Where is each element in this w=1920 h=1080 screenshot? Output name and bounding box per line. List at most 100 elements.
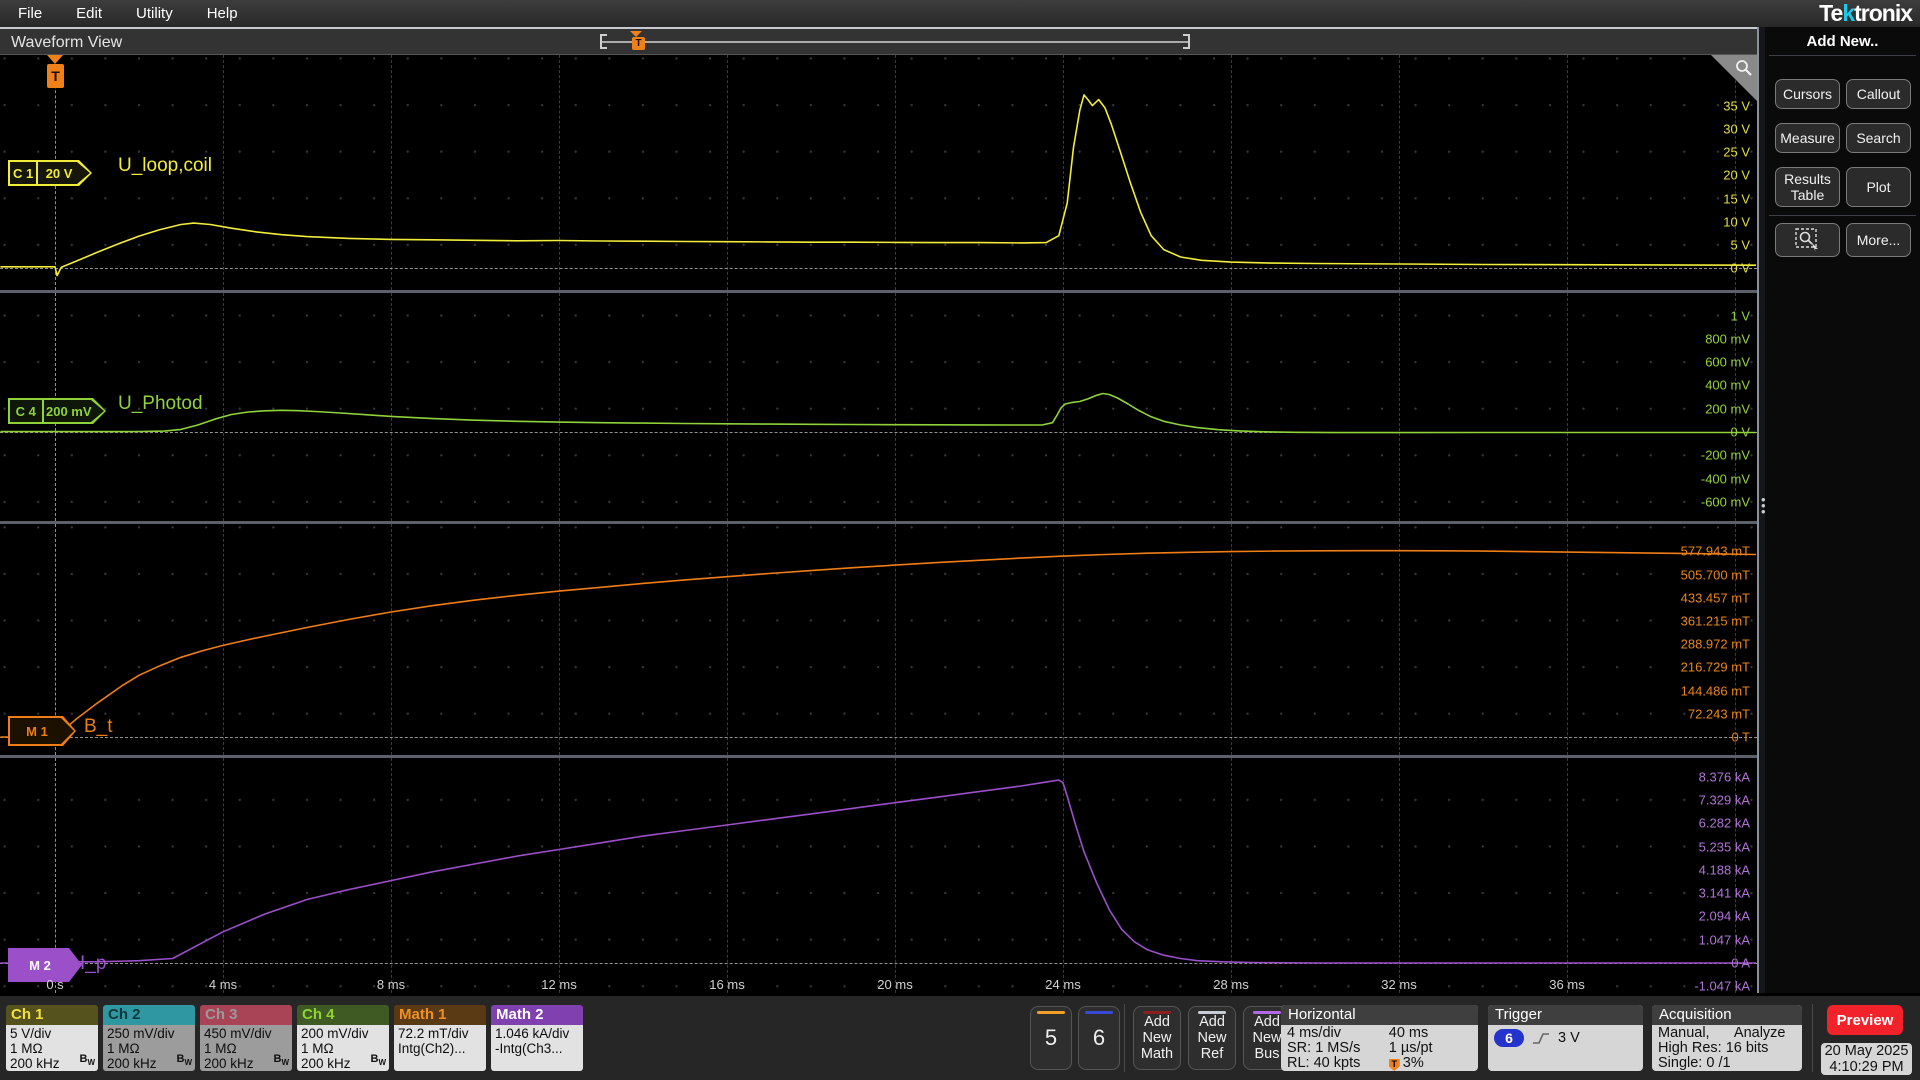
trigger-flag-arrow-icon — [47, 55, 63, 64]
menu-item-edit[interactable]: Edit — [76, 5, 102, 22]
horizontal-row-label: SR: 1 MS/s — [1287, 1040, 1361, 1056]
pane-ch4[interactable]: 1 V 800 mV 600 mV 400 mV 200 mV 0 V -200 mV -40… — [0, 293, 1757, 521]
y-tick-label: 8.376 kA — [1698, 769, 1750, 785]
slot-button-5[interactable]: 5 — [1030, 1006, 1072, 1070]
channel-settings-ch1[interactable]: Ch 15 V/div 1 MΩ 200 kHz BW — [6, 1005, 98, 1071]
slot-label: 6 — [1092, 1025, 1106, 1050]
trace-label-ch4: U_Photod — [118, 393, 203, 414]
channel-settings-body: 1.046 kA/div -Intg(Ch3... — [491, 1025, 583, 1071]
horizontal-row-label: 4 ms/div — [1287, 1025, 1341, 1041]
sidebar-button-results-table[interactable]: Results Table — [1775, 167, 1840, 207]
x-tick-label: 0 s — [46, 977, 64, 992]
trigger-source-badge[interactable]: 6 — [1494, 1029, 1524, 1047]
add-button-label: Add New Math — [1140, 1014, 1174, 1062]
add-button-stripe — [1198, 1011, 1226, 1014]
x-tick-label: 12 ms — [541, 977, 577, 992]
y-tick-label: 144.486 mT — [1680, 683, 1750, 699]
button-add-new-ref[interactable]: Add New Ref — [1188, 1006, 1236, 1070]
y-tick-label: 200 mV — [1705, 401, 1750, 417]
trigger-panel[interactable]: Trigger 6 3 V — [1488, 1005, 1643, 1071]
channel-badge-id: M 1 — [26, 723, 48, 739]
record-view-right-bracket[interactable] — [1183, 34, 1190, 49]
y-tick-label: 5 V — [1730, 237, 1750, 253]
acquisition-panel-rows: Manual, Analyze High Res: 16 bits Single: 0… — [1652, 1025, 1802, 1071]
channel-settings-row: 72.2 mT/div — [398, 1026, 469, 1041]
channel-settings-row: 5 V/div — [10, 1026, 52, 1041]
horizontal-row-value: 40 ms — [1388, 1025, 1429, 1041]
bottom-divider — [1812, 1004, 1813, 1072]
trace-label-math2: I_p — [80, 953, 107, 974]
trigger-panel-title: Trigger — [1488, 1005, 1643, 1025]
sidebar-button-search[interactable]: Search — [1846, 123, 1911, 153]
channel-badge-math2[interactable]: M 2 — [8, 948, 82, 982]
button-add-new-math[interactable]: Add New Math — [1133, 1006, 1181, 1070]
channel-badge-ch1[interactable]: C 1 20 V — [8, 160, 92, 186]
channel-settings-header: Math 1 — [394, 1005, 486, 1025]
channel-badge-math1[interactable]: M 1 — [8, 716, 76, 746]
channel-settings-ch4[interactable]: Ch 4 200 mV/div 1 MΩ 200 kHz BW — [297, 1005, 389, 1071]
menu-bar: File Edit Utility Help Tektronix — [0, 0, 1920, 27]
channel-settings-ch3[interactable]: Ch 3 450 mV/div 1 MΩ 200 kHz BW — [200, 1005, 292, 1071]
y-tick-label: 1 V — [1730, 308, 1750, 323]
y-tick-label: 288.972 mT — [1680, 636, 1750, 652]
channel-settings-body: 72.2 mT/div Intg(Ch2)... — [394, 1025, 486, 1071]
acquisition-panel[interactable]: Acquisition Manual, Analyze High Res: 16 b… — [1652, 1005, 1802, 1071]
menu-item-utility[interactable]: Utility — [136, 5, 173, 22]
acquisition-row: Single: 0 /1 — [1658, 1056, 1796, 1071]
slot-button-6[interactable]: 6 — [1078, 1006, 1120, 1070]
slot-stripe — [1085, 1011, 1113, 1014]
sidebar-button-callout[interactable]: Callout — [1846, 79, 1911, 109]
horizontal-panel[interactable]: Horizontal 4 ms/div 40 ms SR: 1 MS/s 1 µs/p… — [1281, 1005, 1478, 1071]
channel-settings-ch2[interactable]: Ch 2 250 mV/div 1 MΩ 200 kHz BW — [103, 1005, 195, 1071]
logo-part: Te — [1819, 0, 1843, 26]
more-button[interactable]: More... — [1846, 223, 1911, 257]
channel-settings-header: Math 2 — [491, 1005, 583, 1025]
pane-math2[interactable]: 8.376 kA 7.329 kA 6.282 kA 5.235 kA 4.188 kA… — [0, 758, 1757, 993]
channel-settings-math1[interactable]: Math 1 72.2 mT/div Intg(Ch2)... — [394, 1005, 486, 1071]
record-view-line — [600, 41, 1190, 43]
y-tick-label: 30 V — [1723, 121, 1750, 137]
datetime-display[interactable]: 20 May 2025 4:10:29 PM — [1821, 1043, 1912, 1075]
add-button-group: Add New Math Add New Ref Add New Bus — [1133, 1006, 1291, 1070]
channel-settings-row: 200 mV/div — [301, 1026, 369, 1041]
record-view-left-bracket[interactable] — [600, 34, 607, 49]
plot-area: 35 V 30 V 25 V 20 V 15 V 10 V 5 V 0 V C 1 20 V U_l… — [0, 55, 1757, 993]
zoom-select-button[interactable] — [1775, 223, 1840, 257]
trace-ch1 — [0, 94, 1757, 277]
record-view-bar[interactable]: T — [600, 31, 1190, 50]
waveform-view-titlebar: Waveform View T — [0, 27, 1757, 55]
trigger-flag-icon[interactable]: T — [47, 64, 64, 88]
menu-item-help[interactable]: Help — [207, 5, 238, 22]
channel-settings-row: 450 mV/div — [204, 1026, 272, 1041]
y-tick-label: 1.047 kA — [1698, 932, 1750, 948]
preview-button[interactable]: Preview — [1827, 1005, 1903, 1035]
y-tick-label: -400 mV — [1700, 471, 1750, 487]
channel-settings-math2[interactable]: Math 2 1.046 kA/div -Intg(Ch3... — [491, 1005, 583, 1071]
panel-splitter[interactable]: • • • — [1757, 27, 1766, 993]
x-tick-label: 36 ms — [1549, 977, 1585, 992]
add-new-heading: Add New.. — [1806, 33, 1879, 50]
channel-badge-ch4[interactable]: C 4 200 mV — [8, 398, 106, 424]
trace-label-ch1: U_loop,coil — [118, 155, 212, 176]
sidebar-button-plot[interactable]: Plot — [1846, 167, 1911, 207]
channel-settings-body: 5 V/div 1 MΩ 200 kHz BW — [6, 1025, 98, 1071]
slot-stripe — [1037, 1011, 1065, 1014]
record-trigger-icon[interactable]: T — [632, 37, 645, 50]
sidebar-button-measure[interactable]: Measure — [1775, 123, 1840, 153]
y-tick-label: 15 V — [1723, 191, 1750, 206]
menu-item-file[interactable]: File — [18, 5, 42, 22]
pane-ch1[interactable]: 35 V 30 V 25 V 20 V 15 V 10 V 5 V 0 V C 1 20 V U_l… — [0, 55, 1757, 290]
channel-settings-header: Ch 4 — [297, 1005, 389, 1025]
channel-badge-body: C 4 200 mV — [10, 400, 104, 422]
y-tick-label: 25 V — [1723, 144, 1750, 160]
logo-part: tronix — [1854, 0, 1913, 26]
channel-settings-row: 250 mV/div — [107, 1026, 175, 1041]
y-tick-label: 0 V — [1730, 424, 1750, 440]
channel-settings-row: Intg(Ch2)... — [398, 1041, 466, 1056]
sidebar-button-cursors[interactable]: Cursors — [1775, 79, 1840, 109]
acquisition-panel-title: Acquisition — [1652, 1005, 1802, 1025]
x-tick-label: 32 ms — [1381, 977, 1417, 992]
y-tick-label: 4.188 kA — [1698, 862, 1750, 878]
pane-math1[interactable]: 577.943 mT 505.700 mT 433.457 mT 361.215 mT… — [0, 524, 1757, 755]
channel-settings-row: 1.046 kA/div — [495, 1026, 570, 1041]
